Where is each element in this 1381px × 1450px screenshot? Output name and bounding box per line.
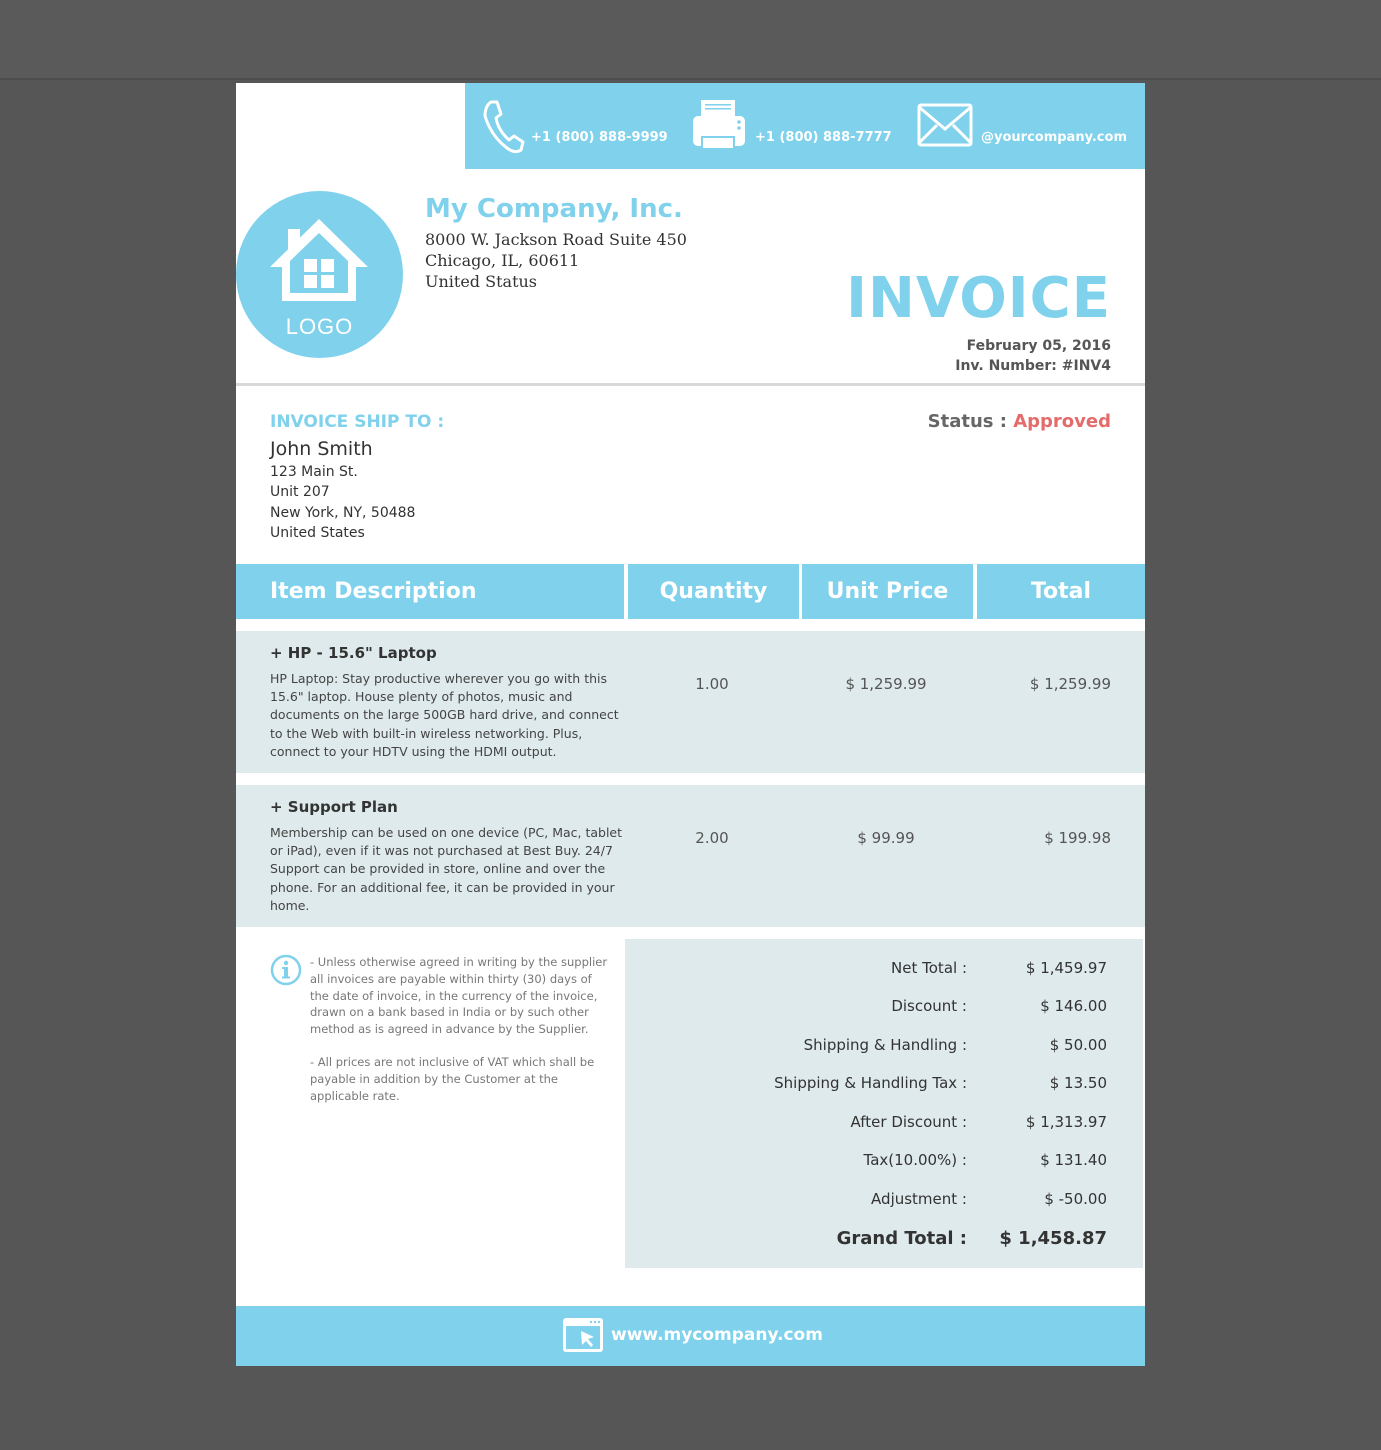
header-unit-price: Unit Price [802, 564, 973, 619]
website-link[interactable]: www.mycompany.com [611, 1325, 823, 1345]
item-total: $ 1,259.99 [1029, 675, 1111, 693]
tax-label: Tax(10.00%) : [863, 1151, 967, 1169]
table-row: + HP - 15.6" Laptop HP Laptop: Stay prod… [236, 631, 1145, 773]
discount-value: $ 146.00 [1040, 997, 1107, 1015]
viewer-toolbar [0, 0, 1381, 80]
contact-email: @yourcompany.com [917, 83, 1127, 169]
shipping-label: Shipping & Handling : [803, 1036, 967, 1054]
company-address-line2: Chicago, IL, 60611 [425, 251, 580, 270]
status-badge: Approved [1013, 411, 1111, 432]
ship-to-name: John Smith [270, 438, 373, 460]
company-logo: LOGO [236, 191, 403, 358]
grand-total-label: Grand Total : [836, 1228, 967, 1249]
email-address[interactable]: @yourcompany.com [981, 130, 1127, 145]
item-total: $ 199.98 [1044, 829, 1111, 847]
shipping-tax-value: $ 13.50 [1049, 1074, 1107, 1092]
invoice-page: +1 (800) 888-9999 +1 (800) 888-7777 @you… [236, 83, 1145, 1366]
after-discount-value: $ 1,313.97 [1025, 1113, 1107, 1131]
discount-label: Discount : [891, 997, 967, 1015]
browser-icon [561, 1315, 605, 1359]
contact-phone: +1 (800) 888-9999 [481, 83, 668, 169]
grand-total-value: $ 1,458.87 [999, 1228, 1107, 1249]
invoice-title: INVOICE [846, 266, 1111, 331]
info-icon [270, 954, 302, 990]
envelope-icon [917, 101, 973, 151]
shipping-tax-label: Shipping & Handling Tax : [774, 1074, 967, 1092]
header-total: Total [977, 564, 1145, 619]
item-unit-price: $ 99.99 [857, 829, 915, 847]
item-quantity: 2.00 [695, 829, 729, 847]
ship-to-line2: Unit 207 [270, 484, 330, 500]
ship-to-line1: 123 Main St. [270, 464, 358, 480]
terms-notes: - Unless otherwise agreed in writing by … [310, 954, 610, 1104]
phone-icon [481, 98, 525, 154]
totals-box: Net Total : $ 1,459.97 Discount : $ 146.… [625, 939, 1143, 1268]
net-total-label: Net Total : [891, 959, 967, 977]
tax-value: $ 131.40 [1040, 1151, 1107, 1169]
header-quantity: Quantity [628, 564, 799, 619]
ship-to-line3: New York, NY, 50488 [270, 505, 416, 521]
house-icon [266, 215, 372, 311]
after-discount-label: After Discount : [850, 1113, 967, 1131]
adjustment-value: $ -50.00 [1044, 1190, 1107, 1208]
item-description: Membership can be used on one device (PC… [270, 825, 623, 913]
ship-to-label: INVOICE SHIP TO : [270, 412, 445, 432]
shipping-value: $ 50.00 [1049, 1036, 1107, 1054]
item-unit-price: $ 1,259.99 [845, 675, 927, 693]
company-address-line3: United Status [425, 272, 538, 291]
contact-fax: +1 (800) 888-7777 [691, 83, 892, 169]
item-title: + HP - 15.6" Laptop [270, 644, 437, 662]
company-address-line1: 8000 W. Jackson Road Suite 450 [425, 230, 687, 249]
net-total-value: $ 1,459.97 [1025, 959, 1107, 977]
phone-number[interactable]: +1 (800) 888-9999 [531, 130, 668, 145]
invoice-number: #INV4 [1061, 358, 1111, 374]
terms-note: - Unless otherwise agreed in writing by … [310, 955, 608, 1037]
contact-bar: +1 (800) 888-9999 +1 (800) 888-7777 @you… [465, 83, 1145, 169]
item-description: HP Laptop: Stay productive wherever you … [270, 671, 619, 759]
footer: www.mycompany.com [236, 1306, 1145, 1366]
terms-note: - All prices are not inclusive of VAT wh… [310, 1054, 595, 1103]
company-name: My Company, Inc. [425, 194, 683, 224]
invoice-number-label: Inv. Number: [955, 358, 1057, 374]
invoice-date: February 05, 2016 [966, 338, 1111, 354]
logo-text: LOGO [285, 314, 354, 339]
status: Status : Approved [928, 411, 1111, 432]
item-title: + Support Plan [270, 798, 398, 816]
ship-to-line4: United States [270, 525, 365, 541]
header-item-description: Item Description [236, 564, 624, 619]
header-divider [236, 383, 1145, 386]
status-label: Status : [927, 411, 1007, 432]
invoice-number-line: Inv. Number: #INV4 [955, 358, 1111, 374]
table-row: + Support Plan Membership can be used on… [236, 785, 1145, 927]
printer-icon [691, 98, 747, 154]
fax-number[interactable]: +1 (800) 888-7777 [755, 130, 892, 145]
adjustment-label: Adjustment : [871, 1190, 967, 1208]
item-quantity: 1.00 [695, 675, 729, 693]
